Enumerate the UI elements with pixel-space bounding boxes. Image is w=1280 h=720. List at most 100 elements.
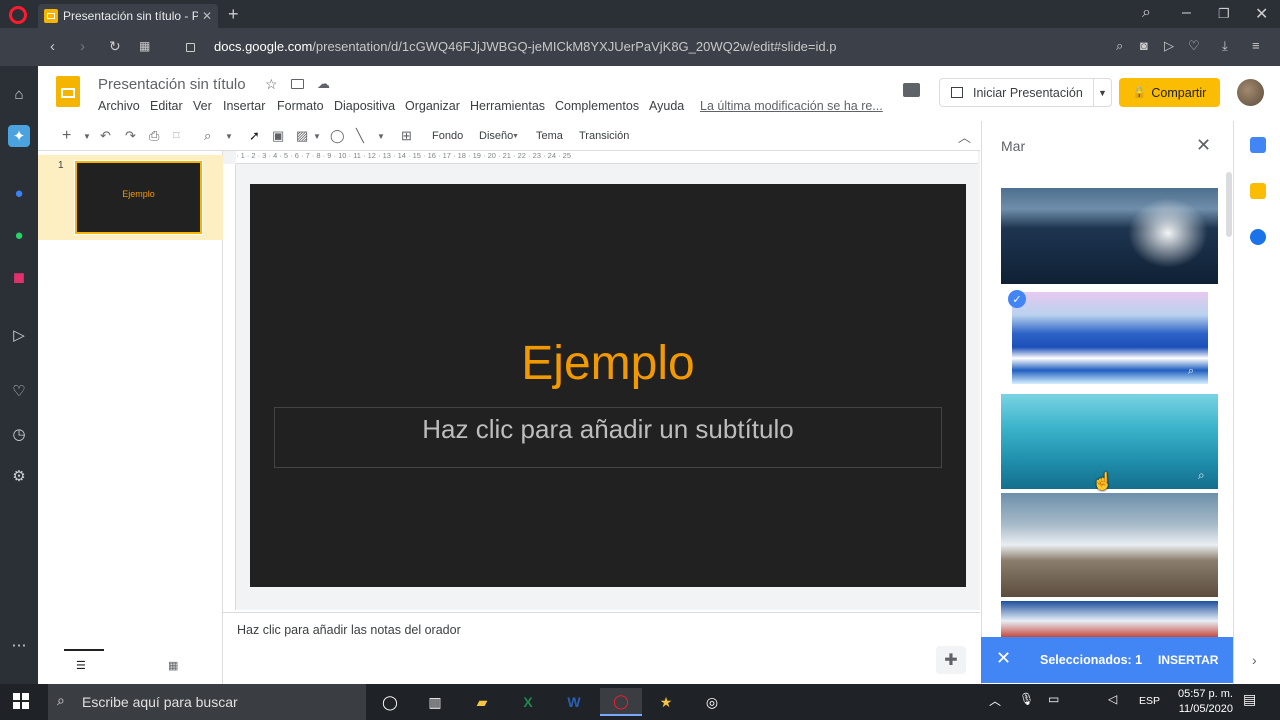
windows-start-icon[interactable] xyxy=(13,693,29,709)
select-icon[interactable]: ➚ xyxy=(249,126,260,146)
menu-complementos[interactable]: Complementos xyxy=(555,99,639,113)
vertical-ruler[interactable] xyxy=(223,164,236,610)
favorites-icon[interactable]: ♡ xyxy=(8,380,30,402)
image-icon[interactable]: ▨ xyxy=(296,126,308,146)
insert-comment-icon[interactable]: ⊞ xyxy=(401,126,412,146)
network-icon[interactable]: ▭ xyxy=(1048,692,1059,706)
menu-icon[interactable]: ≡ xyxy=(1252,38,1260,53)
line-icon[interactable]: ╲ xyxy=(356,126,364,146)
snapshot-icon[interactable]: ◙ xyxy=(1140,38,1148,53)
whatsapp-icon[interactable]: ● xyxy=(8,224,30,246)
cortana-icon[interactable]: ◯ xyxy=(374,688,406,716)
image-search-query[interactable]: Mar xyxy=(1001,138,1025,154)
cloud-status-icon[interactable]: ☁ xyxy=(317,76,330,92)
opera-taskbar-icon[interactable]: ◯ xyxy=(600,688,642,716)
forward-icon[interactable]: › xyxy=(80,38,85,55)
image-result-2[interactable] xyxy=(1012,292,1208,384)
image-result-5[interactable] xyxy=(1001,601,1218,637)
home-icon[interactable]: ⌂ xyxy=(8,83,30,105)
new-slide-dropdown-icon[interactable]: ▼ xyxy=(83,126,91,146)
obs-icon[interactable]: ◎ xyxy=(696,688,728,716)
zoom-icon[interactable]: ⌕ xyxy=(204,126,211,146)
menu-herramientas[interactable]: Herramientas xyxy=(470,99,545,113)
expand-panel-icon[interactable]: › xyxy=(1252,652,1257,668)
present-dropdown-icon[interactable]: ▼ xyxy=(1093,79,1111,106)
design-button[interactable]: Diseño xyxy=(479,126,513,146)
share-button[interactable]: 🔒 Compartir xyxy=(1119,78,1220,107)
print-icon[interactable]: ⎙ xyxy=(149,126,159,146)
image-result-4[interactable] xyxy=(1001,493,1218,597)
language-indicator[interactable]: ESP xyxy=(1139,695,1160,707)
last-modified-link[interactable]: La última modificación se ha re... xyxy=(700,99,883,113)
download-icon[interactable]: ⤓ xyxy=(1222,38,1228,54)
new-tab-button[interactable]: + xyxy=(228,4,239,25)
extensions-icon[interactable]: ✦ xyxy=(8,125,30,147)
preview-zoom-icon[interactable]: ⌕ xyxy=(1188,365,1194,378)
avatar[interactable] xyxy=(1237,79,1264,106)
star-icon[interactable]: ☆ xyxy=(265,76,278,93)
excel-icon[interactable]: X xyxy=(512,688,544,716)
history-icon[interactable]: ◷ xyxy=(8,423,30,445)
menu-insertar[interactable]: Insertar xyxy=(223,99,265,113)
menu-diapositiva[interactable]: Diapositiva xyxy=(334,99,395,113)
close-panel-icon[interactable]: ✕ xyxy=(1196,135,1211,156)
heart-icon[interactable]: ♡ xyxy=(1188,38,1200,54)
shape-icon[interactable]: ◯ xyxy=(330,126,345,146)
volume-icon[interactable]: ◁ xyxy=(1108,692,1117,706)
speed-dial-icon[interactable]: ▦ xyxy=(139,39,150,53)
microphone-icon[interactable]: 🎙 xyxy=(1019,692,1034,706)
browser-search-icon[interactable]: ⌕ xyxy=(1142,4,1151,22)
google-slides-logo-icon[interactable] xyxy=(56,76,80,107)
settings-icon[interactable]: ⚙ xyxy=(8,465,30,487)
close-window-icon[interactable]: ✕ xyxy=(1255,4,1268,24)
movie-maker-icon[interactable]: ★ xyxy=(650,688,682,716)
new-slide-icon[interactable]: + xyxy=(62,126,71,146)
taskbar-clock[interactable]: 05:57 p. m. 11/05/2020 xyxy=(1163,687,1233,717)
slide-title[interactable]: Ejemplo xyxy=(250,336,966,391)
explore-button[interactable]: ✚ xyxy=(936,646,966,674)
document-title[interactable]: Presentación sin título xyxy=(98,76,246,93)
search-page-icon[interactable]: ⌕ xyxy=(1116,38,1123,54)
theme-button[interactable]: Tema xyxy=(536,126,563,146)
menu-ayuda[interactable]: Ayuda xyxy=(649,99,684,113)
menu-editar[interactable]: Editar xyxy=(150,99,183,113)
panel-scrollbar[interactable] xyxy=(1226,172,1232,237)
grid-view-icon[interactable]: ▦ xyxy=(168,659,178,672)
browser-tab[interactable]: Presentación sin título - Pr ✕ xyxy=(38,4,218,28)
url-field[interactable]: docs.google.com/presentation/d/1cGWQ46FJ… xyxy=(214,39,836,54)
reload-icon[interactable]: ↻ xyxy=(109,38,121,55)
paint-format-icon[interactable]: ⌑ xyxy=(173,126,180,146)
background-button[interactable]: Fondo xyxy=(432,126,463,146)
design-dropdown-icon[interactable]: ▼ xyxy=(512,126,519,146)
minimize-icon[interactable]: – xyxy=(1182,4,1191,22)
speaker-notes-placeholder[interactable]: Haz clic para añadir las notas del orado… xyxy=(237,623,461,637)
notifications-icon[interactable]: ▤ xyxy=(1243,691,1256,708)
lock-icon[interactable] xyxy=(186,43,195,52)
present-button[interactable]: Iniciar Presentación ▼ xyxy=(939,78,1112,107)
image-result-1[interactable] xyxy=(1001,188,1218,284)
calendar-icon[interactable] xyxy=(1250,137,1266,153)
opera-logo-icon[interactable] xyxy=(9,6,27,24)
instagram-icon[interactable]: ◼ xyxy=(8,266,30,288)
back-icon[interactable]: ‹ xyxy=(50,38,55,55)
comments-icon[interactable] xyxy=(903,83,920,97)
flow-icon[interactable]: ▷ xyxy=(8,324,30,346)
menu-ver[interactable]: Ver xyxy=(193,99,212,113)
slide-subtitle-placeholder[interactable]: Haz clic para añadir un subtítulo xyxy=(274,414,942,445)
menu-formato[interactable]: Formato xyxy=(277,99,324,113)
zoom-dropdown-icon[interactable]: ▼ xyxy=(225,126,233,146)
tray-expand-icon[interactable]: ︿ xyxy=(989,692,1001,709)
horizontal-ruler[interactable]: · 1 · 2 · 3 · 4 · 5 · 6 · 7 · 8 · 9 · 10… xyxy=(236,151,978,164)
keep-icon[interactable] xyxy=(1250,183,1266,199)
send-icon[interactable]: ▷ xyxy=(1164,38,1174,54)
word-icon[interactable]: W xyxy=(558,688,590,716)
line-dropdown-icon[interactable]: ▼ xyxy=(377,126,385,146)
filmstrip-view-icon[interactable]: ☰ xyxy=(76,659,86,672)
menu-archivo[interactable]: Archivo xyxy=(98,99,140,113)
messenger-icon[interactable]: ● xyxy=(8,182,30,204)
collapse-toolbar-icon[interactable]: ︿ xyxy=(958,126,971,146)
restore-icon[interactable]: ❐ xyxy=(1218,6,1230,22)
preview-zoom-icon-2[interactable]: ⌕ xyxy=(1198,468,1205,483)
tab-close-icon[interactable]: ✕ xyxy=(202,9,212,23)
more-icon[interactable]: ⋯ xyxy=(8,634,30,656)
